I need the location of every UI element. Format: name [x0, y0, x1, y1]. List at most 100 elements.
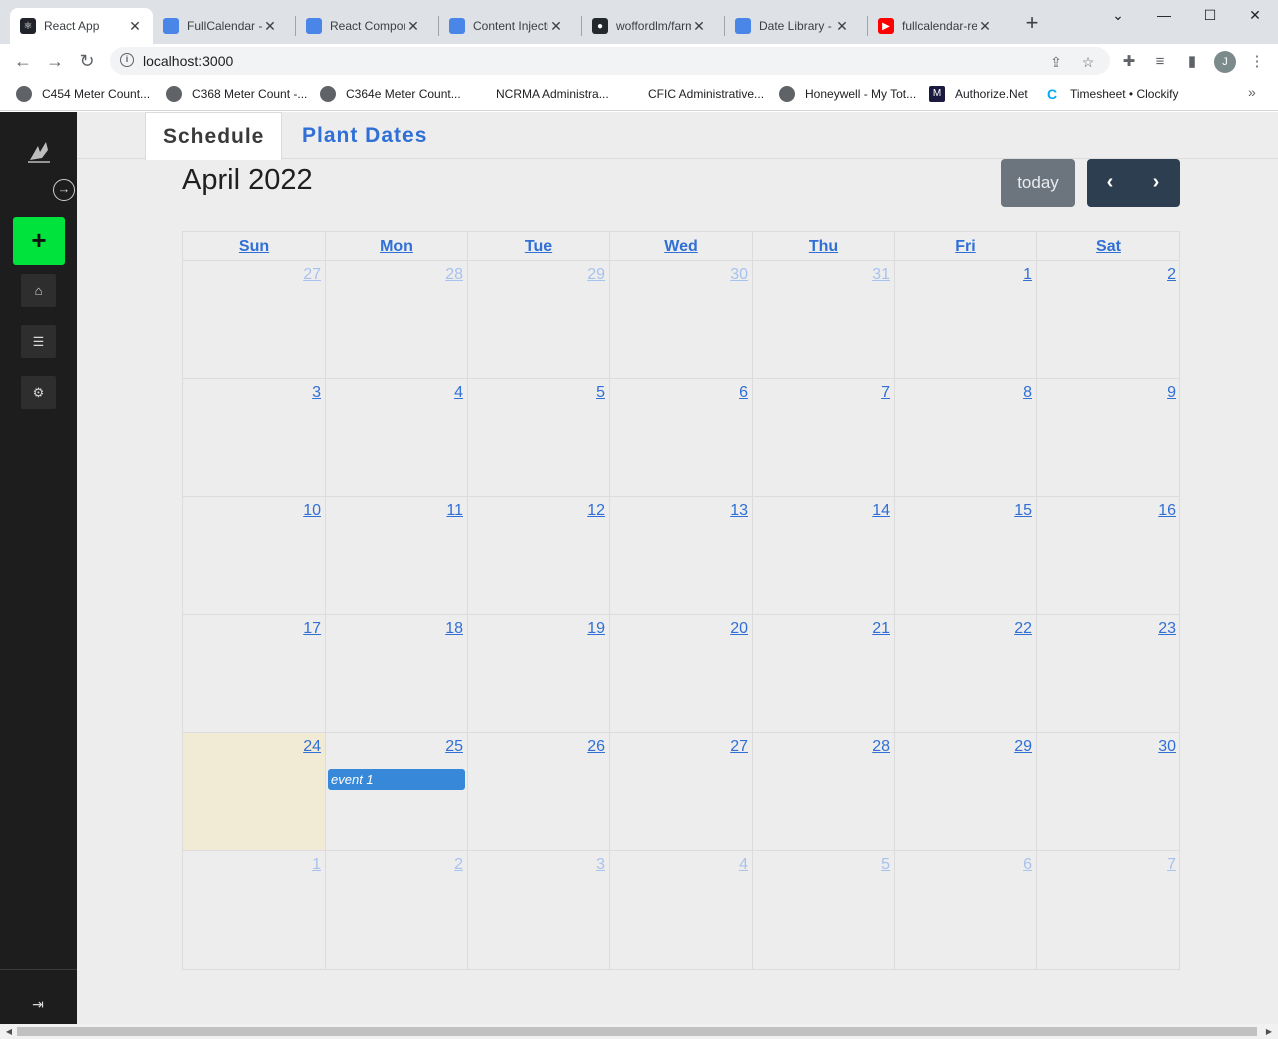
settings-gear-icon[interactable]: ⚙ [21, 376, 56, 409]
tab-schedule[interactable]: Schedule [145, 112, 283, 160]
day-number-link[interactable]: 19 [587, 620, 605, 638]
minimize-icon[interactable]: — [1141, 2, 1187, 30]
day-number-link[interactable]: 20 [730, 620, 748, 638]
calendar-day-cell[interactable]: 6 [895, 851, 1037, 969]
calendar-day-cell[interactable]: 29 [468, 261, 610, 379]
day-number-link[interactable]: 2 [1167, 266, 1176, 284]
bookmark-item[interactable]: NCRMA Administra... [478, 85, 609, 103]
calendar-day-cell[interactable]: 5 [753, 851, 895, 969]
browser-tab[interactable]: ● woffordlm/farm ✕ [582, 8, 717, 44]
calendar-day-cell[interactable]: 25 event 1 [326, 733, 468, 851]
day-of-week-header[interactable]: Sun [183, 232, 326, 261]
day-number-link[interactable]: 25 [445, 738, 463, 756]
day-number-link[interactable]: 11 [446, 502, 463, 520]
site-info-icon[interactable]: i [120, 53, 134, 67]
bookmark-star-icon[interactable]: ☆ [1080, 54, 1096, 70]
calendar-day-cell[interactable]: 16 [1037, 497, 1180, 615]
add-button[interactable]: + [13, 217, 65, 265]
expand-sidebar-icon[interactable]: → [53, 179, 75, 201]
day-number-link[interactable]: 6 [739, 384, 748, 402]
day-number-link[interactable]: 12 [587, 502, 605, 520]
reading-list-icon[interactable]: ≡ [1151, 53, 1169, 71]
browser-menu-icon[interactable]: ⋮ [1248, 53, 1266, 71]
logout-icon[interactable]: ⇥ [26, 992, 50, 1016]
day-of-week-header[interactable]: Wed [610, 232, 753, 261]
browser-tab[interactable]: Date Library - ✕ [725, 8, 860, 44]
scrollbar-thumb[interactable] [17, 1027, 1257, 1036]
day-number-link[interactable]: 5 [881, 856, 890, 874]
next-month-button[interactable]: › [1133, 159, 1179, 207]
bookmark-item[interactable]: CFIC Administrative... [630, 85, 764, 103]
day-number-link[interactable]: 27 [730, 738, 748, 756]
day-number-link[interactable]: 1 [312, 856, 321, 874]
day-number-link[interactable]: 29 [587, 266, 605, 284]
maximize-icon[interactable]: ☐ [1187, 2, 1233, 30]
calendar-day-cell[interactable]: 26 [468, 733, 610, 851]
day-number-link[interactable]: 26 [587, 738, 605, 756]
profile-avatar[interactable]: J [1214, 51, 1236, 73]
day-of-week-header[interactable]: Mon [326, 232, 468, 261]
day-number-link[interactable]: 3 [312, 384, 321, 402]
calendar-day-cell[interactable]: 4 [326, 379, 468, 497]
side-panel-icon[interactable]: ▮ [1183, 53, 1201, 71]
calendar-day-cell[interactable]: 1 [895, 261, 1037, 379]
calendar-day-cell[interactable]: 15 [895, 497, 1037, 615]
bookmark-item[interactable]: M Authorize.Net [929, 85, 1028, 103]
day-of-week-header[interactable]: Sat [1037, 232, 1180, 261]
address-bar[interactable]: i localhost:3000 ⇪ ☆ [110, 47, 1110, 75]
day-number-link[interactable]: 4 [739, 856, 748, 874]
day-number-link[interactable]: 7 [1167, 856, 1176, 874]
calendar-day-cell[interactable]: 11 [326, 497, 468, 615]
browser-tab[interactable]: Content Injecti ✕ [439, 8, 574, 44]
day-number-link[interactable]: 14 [872, 502, 890, 520]
day-of-week-header[interactable]: Tue [468, 232, 610, 261]
calendar-day-cell[interactable]: 10 [183, 497, 326, 615]
calendar-day-cell[interactable]: 18 [326, 615, 468, 733]
tab-close-icon[interactable]: ✕ [405, 18, 421, 35]
calendar-day-cell[interactable]: 28 [326, 261, 468, 379]
calendar-day-cell[interactable]: 22 [895, 615, 1037, 733]
calendar-day-cell[interactable]: 5 [468, 379, 610, 497]
day-number-link[interactable]: 31 [872, 266, 890, 284]
bookmark-item[interactable]: Honeywell - My Tot... [779, 85, 916, 103]
calendar-day-cell[interactable]: 12 [468, 497, 610, 615]
day-number-link[interactable]: 6 [1023, 856, 1032, 874]
home-icon[interactable]: ⌂ [21, 274, 56, 307]
day-number-link[interactable]: 21 [872, 620, 890, 638]
day-number-link[interactable]: 24 [303, 738, 321, 756]
calendar-day-cell[interactable]: 28 [753, 733, 895, 851]
day-number-link[interactable]: 30 [1158, 738, 1176, 756]
browser-tab[interactable]: FullCalendar - ✕ [153, 8, 288, 44]
back-icon[interactable]: ← [11, 49, 35, 73]
day-number-link[interactable]: 30 [730, 266, 748, 284]
tab-close-icon[interactable]: ✕ [691, 18, 707, 35]
day-number-link[interactable]: 23 [1158, 620, 1176, 638]
day-of-week-header[interactable]: Fri [895, 232, 1037, 261]
browser-tab[interactable]: ⚛ React App ✕ [10, 8, 153, 44]
day-number-link[interactable]: 2 [454, 856, 463, 874]
day-number-link[interactable]: 17 [303, 620, 321, 638]
calendar-day-cell[interactable]: 7 [753, 379, 895, 497]
bookmark-item[interactable]: C368 Meter Count -... [166, 85, 307, 103]
day-number-link[interactable]: 3 [596, 856, 605, 874]
calendar-day-cell[interactable]: 2 [1037, 261, 1180, 379]
calendar-day-cell[interactable]: 13 [610, 497, 753, 615]
calendar-day-cell[interactable]: 17 [183, 615, 326, 733]
calendar-day-cell[interactable]: 3 [468, 851, 610, 969]
calendar-day-cell[interactable]: 9 [1037, 379, 1180, 497]
prev-month-button[interactable]: ‹ [1087, 159, 1133, 207]
share-icon[interactable]: ⇪ [1048, 54, 1064, 70]
extensions-icon[interactable]: ✚ [1120, 53, 1138, 71]
day-number-link[interactable]: 28 [872, 738, 890, 756]
calendar-day-cell[interactable]: 29 [895, 733, 1037, 851]
calendar-day-cell[interactable]: 27 [610, 733, 753, 851]
new-tab-button[interactable]: + [1020, 12, 1044, 36]
scroll-left-icon[interactable]: ◀ [2, 1025, 16, 1038]
today-button[interactable]: today [1001, 159, 1075, 207]
browser-tab[interactable]: ▶ fullcalendar-re ✕ [868, 8, 1003, 44]
day-number-link[interactable]: 28 [445, 266, 463, 284]
calendar-day-cell[interactable]: 30 [1037, 733, 1180, 851]
calendar-day-cell[interactable]: 31 [753, 261, 895, 379]
scroll-right-icon[interactable]: ▶ [1262, 1025, 1276, 1038]
day-number-link[interactable]: 8 [1023, 384, 1032, 402]
